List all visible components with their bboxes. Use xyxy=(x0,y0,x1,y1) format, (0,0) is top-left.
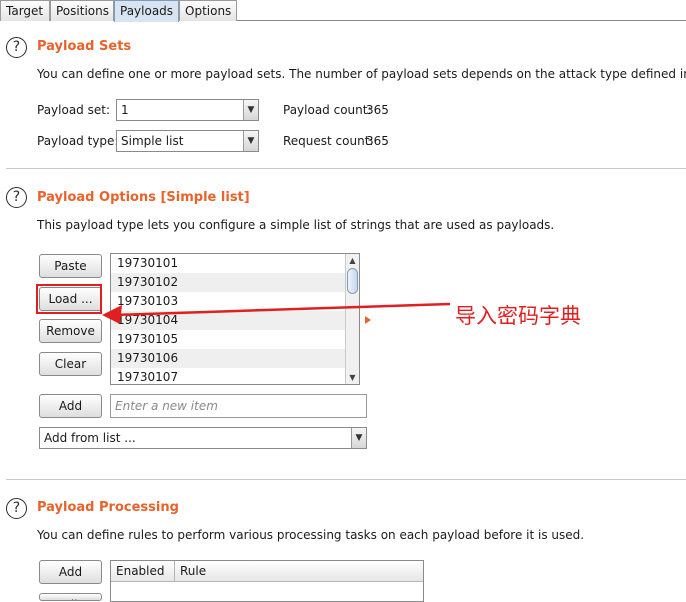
section-divider xyxy=(6,168,686,169)
payload-set-label: Payload set: xyxy=(37,103,110,117)
request-count-label: Request count: xyxy=(283,134,374,148)
column-header-rule[interactable]: Rule xyxy=(175,561,423,582)
list-item[interactable]: 19730105 xyxy=(111,330,346,349)
add-from-list-label: Add from list ... xyxy=(44,431,136,445)
add-from-list-select[interactable]: Add from list ... ▼ xyxy=(39,427,367,449)
remove-button[interactable]: Remove xyxy=(39,319,102,343)
chevron-down-icon: ▼ xyxy=(243,100,258,120)
payload-options-title: Payload Options [Simple list] xyxy=(37,190,250,205)
clear-button[interactable]: Clear xyxy=(39,352,102,376)
list-item[interactable]: 19730101 xyxy=(111,254,346,273)
payload-set-select[interactable]: 1 ▼ xyxy=(116,99,259,121)
payload-sets-title: Payload Sets xyxy=(37,39,132,54)
list-item[interactable]: 19730107 xyxy=(111,368,346,384)
tab-target[interactable]: Target xyxy=(0,0,50,21)
help-icon[interactable]: ? xyxy=(6,498,27,519)
help-icon[interactable]: ? xyxy=(6,187,27,208)
scroll-down-icon[interactable]: ▼ xyxy=(346,371,359,384)
tab-payloads[interactable]: Payloads xyxy=(114,0,179,22)
payload-count-value: 365 xyxy=(366,103,389,117)
payload-set-value: 1 xyxy=(121,103,129,117)
payload-type-value: Simple list xyxy=(121,134,184,148)
chevron-down-icon: ▼ xyxy=(351,428,366,448)
column-header-enabled[interactable]: Enabled xyxy=(111,561,175,582)
payload-processing-title: Payload Processing xyxy=(37,500,179,515)
paste-button[interactable]: Paste xyxy=(39,254,102,278)
load-button-highlight xyxy=(36,284,102,314)
scroll-up-icon[interactable]: ▲ xyxy=(346,254,359,267)
section-divider xyxy=(6,479,686,480)
chevron-down-icon: ▼ xyxy=(243,131,258,151)
new-item-input[interactable]: Enter a new item xyxy=(110,394,367,418)
edit-rule-button[interactable]: Edit xyxy=(39,593,102,601)
payload-sets-description: You can define one or more payload sets.… xyxy=(37,67,686,81)
tab-options[interactable]: Options xyxy=(179,0,237,21)
add-item-button[interactable]: Add xyxy=(39,394,102,418)
list-item[interactable]: 19730102 xyxy=(111,273,346,292)
tab-bar: Target Positions Payloads Options xyxy=(0,0,686,22)
payload-processing-description: You can define rules to perform various … xyxy=(37,528,585,542)
list-item[interactable]: 19730106 xyxy=(111,349,346,368)
tab-positions[interactable]: Positions xyxy=(50,0,114,21)
request-count-value: 365 xyxy=(366,134,389,148)
help-icon[interactable]: ? xyxy=(6,37,27,58)
annotation-label: 导入密码字典 xyxy=(455,304,581,328)
processing-rules-table[interactable]: Enabled Rule xyxy=(110,560,424,602)
red-arrow-left-icon xyxy=(102,302,451,324)
add-rule-button[interactable]: Add xyxy=(39,560,102,584)
payload-type-label: Payload type: xyxy=(37,134,119,148)
payload-options-description: This payload type lets you configure a s… xyxy=(37,218,555,232)
payload-type-select[interactable]: Simple list ▼ xyxy=(116,130,259,152)
payload-count-label: Payload count: xyxy=(283,103,372,117)
scroll-thumb[interactable] xyxy=(347,268,358,294)
